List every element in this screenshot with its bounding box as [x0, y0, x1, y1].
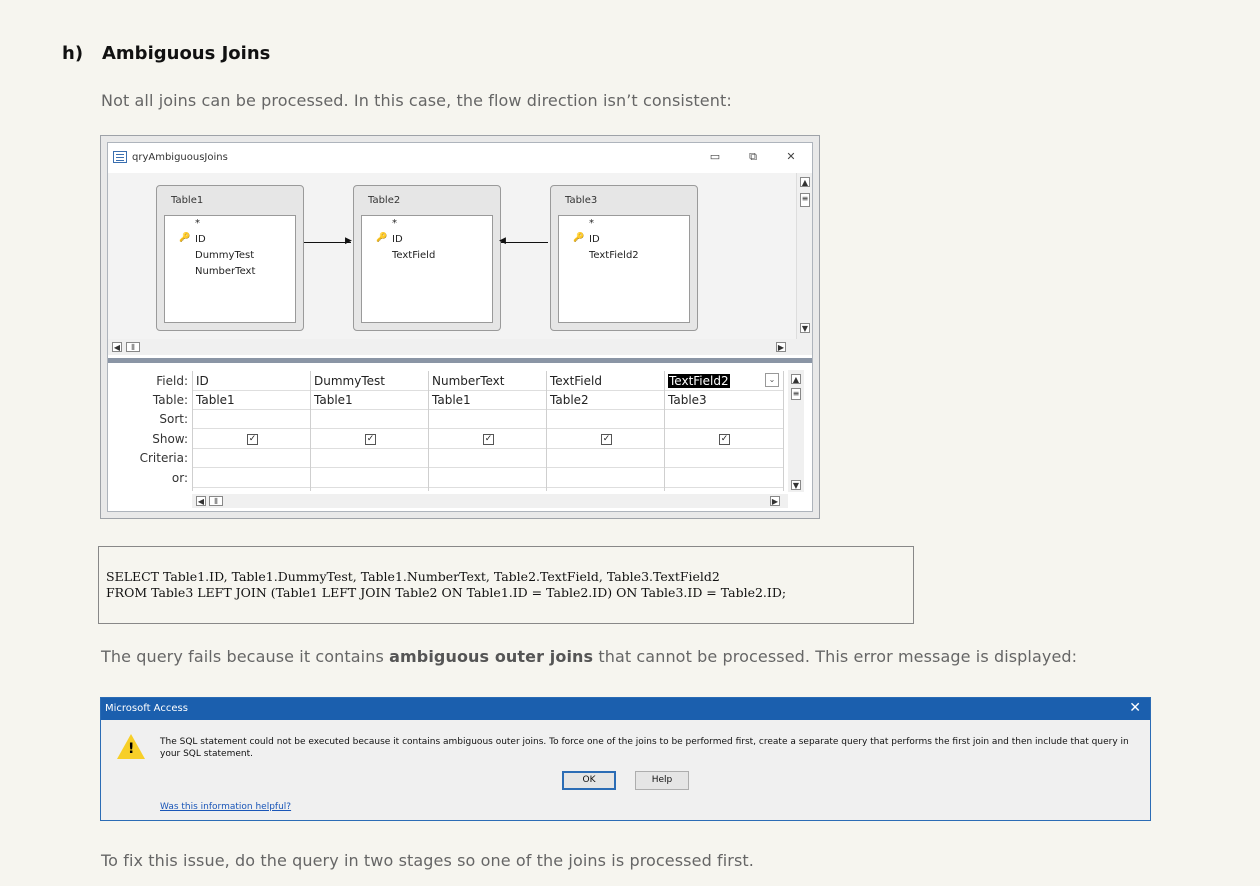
pane-horizontal-scrollbar[interactable]: ◀ ⦀ ▶ [108, 339, 812, 355]
table-cell[interactable]: Table3 [668, 393, 707, 407]
grid-column-3[interactable]: NumberText Table1 ✓ [428, 371, 546, 491]
row-label-or: or: [171, 471, 188, 485]
close-icon[interactable]: ✕ [784, 150, 798, 163]
grid-column-5[interactable]: TextField2 ⌄ Table3 ✓ [664, 371, 784, 491]
field-list: * 🔑 ID DummyTest NumberText [164, 215, 296, 323]
scroll-thumb[interactable]: ≡ [800, 193, 810, 207]
scroll-up-icon[interactable]: ▲ [791, 374, 801, 384]
field-list: * 🔑 ID TextField [361, 215, 493, 323]
table-name: Table2 [368, 195, 401, 206]
query-icon [113, 151, 127, 163]
sql-code-box: SELECT Table1.ID, Table1.DummyTest, Tabl… [98, 546, 914, 624]
arrow-right-icon: ▶ [345, 236, 352, 246]
table-cell[interactable]: Table1 [432, 393, 471, 407]
scroll-thumb[interactable]: ⦀ [126, 342, 140, 352]
key-icon: 🔑 [179, 233, 191, 243]
field-dummytest[interactable]: DummyTest [195, 250, 254, 261]
row-label-table: Table: [152, 393, 188, 407]
field-list: * 🔑 ID TextField2 [558, 215, 690, 323]
intro-text: Not all joins can be processed. In this … [101, 91, 732, 110]
key-icon: 🔑 [573, 233, 585, 243]
section-number: h) [62, 43, 84, 64]
query-design-window: qryAmbiguousJoins ▭ ⧉ ✕ Table1 * 🔑 ID Du… [100, 135, 820, 519]
help-button[interactable]: Help [635, 771, 689, 790]
scroll-right-icon[interactable]: ▶ [776, 342, 786, 352]
section-title: Ambiguous Joins [102, 43, 271, 64]
scroll-up-icon[interactable]: ▲ [800, 177, 810, 187]
field-cell[interactable]: NumberText [432, 374, 504, 388]
show-checkbox[interactable]: ✓ [483, 434, 494, 445]
grid-column-2[interactable]: DummyTest Table1 ✓ [310, 371, 428, 491]
scroll-thumb[interactable]: ≡ [791, 388, 801, 400]
field-dropdown-icon[interactable]: ⌄ [765, 373, 779, 387]
scroll-right-icon[interactable]: ▶ [770, 496, 780, 506]
table-name: Table1 [171, 195, 204, 206]
scroll-left-icon[interactable]: ◀ [196, 496, 206, 506]
query-window-titlebar: qryAmbiguousJoins ▭ ⧉ ✕ [108, 143, 812, 173]
query-window-title: qryAmbiguousJoins [132, 152, 228, 163]
table2-box[interactable]: Table2 * 🔑 ID TextField [353, 185, 501, 331]
sql-line-2: FROM Table3 LEFT JOIN (Table1 LEFT JOIN … [106, 585, 787, 600]
table-name: Table3 [565, 195, 598, 206]
field-star[interactable]: * [589, 218, 594, 229]
table-cell[interactable]: Table2 [550, 393, 589, 407]
minimize-icon[interactable]: ▭ [708, 150, 722, 163]
grid-horizontal-scrollbar[interactable]: ◀ ⦀ ▶ [192, 494, 788, 508]
table-cell[interactable]: Table1 [196, 393, 235, 407]
dialog-message: The SQL statement could not be executed … [160, 737, 1129, 759]
pane-splitter[interactable] [108, 358, 812, 363]
join-line-table1-table2[interactable] [304, 242, 351, 243]
restore-icon[interactable]: ⧉ [746, 150, 760, 164]
failure-text: The query fails because it contains ambi… [101, 647, 1078, 666]
field-numbertext[interactable]: NumberText [195, 266, 255, 277]
feedback-link[interactable]: Was this information helpful? [160, 802, 291, 812]
design-grid: Field: Table: Sort: Show: Criteria: or: … [108, 368, 812, 511]
scroll-down-icon[interactable]: ▼ [791, 480, 801, 490]
dialog-close-icon[interactable]: ✕ [1129, 700, 1141, 716]
row-label-criteria: Criteria: [139, 451, 188, 465]
field-textfield2[interactable]: TextField2 [589, 250, 639, 261]
grid-column-4[interactable]: TextField Table2 ✓ [546, 371, 664, 491]
pane-vertical-scrollbar[interactable]: ▲ ≡ ▼ [796, 173, 812, 348]
field-id[interactable]: ID [392, 234, 403, 245]
show-checkbox[interactable]: ✓ [365, 434, 376, 445]
sql-line-1: SELECT Table1.ID, Table1.DummyTest, Tabl… [106, 569, 720, 584]
field-star[interactable]: * [195, 218, 200, 229]
field-star[interactable]: * [392, 218, 397, 229]
table1-box[interactable]: Table1 * 🔑 ID DummyTest NumberText [156, 185, 304, 331]
field-cell[interactable]: DummyTest [314, 374, 385, 388]
dialog-titlebar: Microsoft Access ✕ [101, 698, 1150, 720]
scroll-thumb[interactable]: ⦀ [209, 496, 223, 506]
grid-column-1[interactable]: ID Table1 ✓ [192, 371, 310, 491]
row-label-show: Show: [152, 432, 188, 446]
field-cell[interactable]: TextField [550, 374, 602, 388]
field-cell-selected[interactable]: TextField2 [668, 374, 730, 388]
show-checkbox[interactable]: ✓ [247, 434, 258, 445]
warning-mark: ! [128, 741, 135, 757]
show-checkbox[interactable]: ✓ [719, 434, 730, 445]
section-heading: h) Ambiguous Joins [62, 43, 270, 64]
join-line-table3-table2[interactable] [501, 242, 548, 243]
field-id[interactable]: ID [589, 234, 600, 245]
arrow-left-icon: ◀ [499, 236, 506, 246]
table-cell[interactable]: Table1 [314, 393, 353, 407]
row-label-field: Field: [156, 374, 188, 388]
scroll-left-icon[interactable]: ◀ [112, 342, 122, 352]
key-icon: 🔑 [376, 233, 388, 243]
table-pane: Table1 * 🔑 ID DummyTest NumberText Table… [108, 173, 812, 348]
grid-vertical-scrollbar[interactable]: ▲ ≡ ▼ [788, 370, 804, 492]
ok-button[interactable]: OK [562, 771, 616, 790]
dialog-title: Microsoft Access [105, 703, 188, 714]
field-id[interactable]: ID [195, 234, 206, 245]
fix-text: To fix this issue, do the query in two s… [101, 851, 754, 870]
emphasis: ambiguous outer joins [389, 647, 594, 666]
table3-box[interactable]: Table3 * 🔑 ID TextField2 [550, 185, 698, 331]
scroll-down-icon[interactable]: ▼ [800, 323, 810, 333]
error-dialog: Microsoft Access ✕ ! The SQL statement c… [100, 697, 1151, 821]
row-label-sort: Sort: [159, 412, 188, 426]
field-textfield[interactable]: TextField [392, 250, 435, 261]
show-checkbox[interactable]: ✓ [601, 434, 612, 445]
field-cell[interactable]: ID [196, 374, 209, 388]
